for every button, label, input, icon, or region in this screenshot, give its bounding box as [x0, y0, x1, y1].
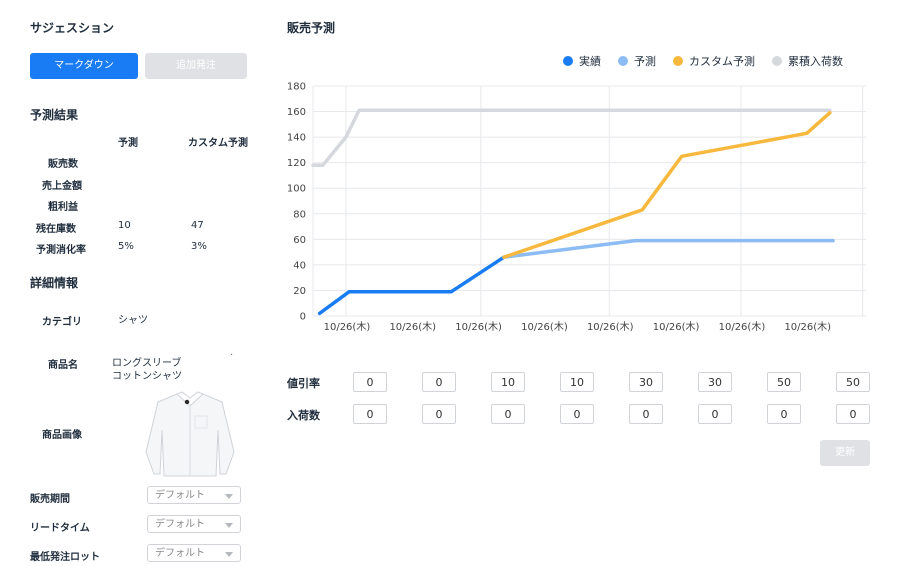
- x-tick-label: 10/26(木): [455, 321, 502, 333]
- inbound-input-8[interactable]: 0: [836, 404, 870, 424]
- series-line-forecast: [502, 238, 835, 259]
- inbound-input-7[interactable]: 0: [767, 404, 801, 424]
- discount-rate-label: 値引率: [287, 377, 320, 390]
- chevron-down-icon: [225, 552, 233, 557]
- sales-period-value: デフォルト: [155, 490, 205, 501]
- inbound-input-6[interactable]: 0: [698, 404, 732, 424]
- x-tick-label: 10/26(木): [324, 321, 371, 333]
- lead-time-select[interactable]: デフォルト: [147, 515, 241, 533]
- inbound-input-3[interactable]: 0: [491, 404, 525, 424]
- lead-time-value: デフォルト: [155, 519, 205, 530]
- y-tick-label: 120: [287, 158, 306, 169]
- product-name-label: 商品名: [48, 360, 78, 371]
- discount-input-1[interactable]: 0: [353, 372, 387, 392]
- x-tick-label: 10/26(木): [719, 321, 766, 333]
- product-image: [145, 391, 235, 477]
- chevron-down-icon: [225, 523, 233, 528]
- y-tick-label: 100: [287, 184, 306, 195]
- x-tick-label: 10/26(木): [784, 321, 831, 333]
- product-image-label: 商品画像: [42, 430, 82, 441]
- min-lot-value: デフォルト: [155, 548, 205, 559]
- product-dot: ·: [230, 350, 234, 361]
- y-tick-label: 180: [287, 82, 306, 93]
- discount-input-4[interactable]: 10: [560, 372, 594, 392]
- series-line-cumulative: [311, 108, 832, 167]
- inbound-input-2[interactable]: 0: [422, 404, 456, 424]
- inbound-input-5[interactable]: 0: [629, 404, 663, 424]
- y-tick-label: 80: [293, 209, 306, 220]
- update-button[interactable]: 更新: [820, 440, 870, 466]
- x-tick-label: 10/26(木): [521, 321, 568, 333]
- sales-forecast-chart: 0 20 40 60 80 100 120 140 160 180 10/26(木) 10/26(木)…: [287, 82, 866, 333]
- y-tick-label: 60: [293, 235, 306, 246]
- product-name-line2: コットンシャツ: [112, 371, 182, 382]
- x-tick-label: 10/26(木): [389, 321, 436, 333]
- x-tick-label: 10/26(木): [587, 321, 634, 333]
- x-tick-label: 10/26(木): [653, 321, 700, 333]
- sales-period-label: 販売期間: [30, 494, 70, 505]
- inbound-input-1[interactable]: 0: [353, 404, 387, 424]
- min-lot-label: 最低発注ロット: [30, 552, 100, 563]
- series-line-custom: [502, 111, 832, 259]
- y-tick-label: 0: [300, 312, 306, 323]
- y-tick-label: 140: [287, 133, 306, 144]
- y-tick-label: 160: [287, 107, 306, 118]
- series-line-actual: [317, 255, 506, 316]
- discount-input-8[interactable]: 50: [836, 372, 870, 392]
- y-tick-label: 20: [293, 286, 306, 297]
- inbound-qty-label: 入荷数: [287, 409, 320, 422]
- discount-input-2[interactable]: 0: [422, 372, 456, 392]
- discount-input-5[interactable]: 30: [629, 372, 663, 392]
- sales-period-select[interactable]: デフォルト: [147, 486, 241, 504]
- y-tick-label: 40: [293, 260, 306, 271]
- inbound-input-4[interactable]: 0: [560, 404, 594, 424]
- chevron-down-icon: [225, 494, 233, 499]
- discount-input-6[interactable]: 30: [698, 372, 732, 392]
- discount-input-3[interactable]: 10: [491, 372, 525, 392]
- discount-input-7[interactable]: 50: [767, 372, 801, 392]
- min-lot-select[interactable]: デフォルト: [147, 544, 241, 562]
- lead-time-label: リードタイム: [30, 523, 90, 534]
